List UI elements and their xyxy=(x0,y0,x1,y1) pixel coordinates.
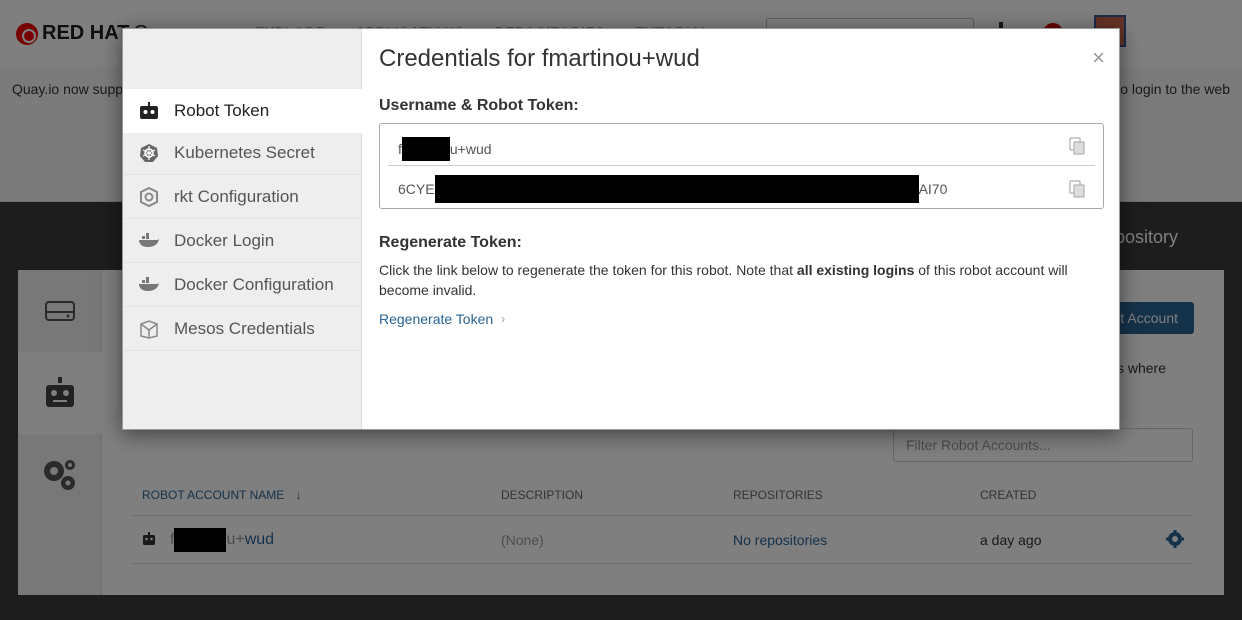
tab-mesos-credentials-label: Mesos Credentials xyxy=(174,318,315,338)
credentials-box: f u+wud 6CYE AI70 xyxy=(379,123,1104,209)
regenerate-text-part1: Click the link below to regenerate the t… xyxy=(379,262,797,278)
tab-docker-login-label: Docker Login xyxy=(174,230,275,250)
tab-rkt-configuration-label: rkt Configuration xyxy=(174,186,299,206)
tab-docker-login[interactable]: Docker Login xyxy=(123,219,362,263)
regenerate-token-link-label: Regenerate Token xyxy=(379,311,494,327)
token-prefix: 6CYE xyxy=(398,181,435,197)
tab-robot-token[interactable]: Robot Token xyxy=(123,89,362,133)
redaction-block xyxy=(434,175,919,203)
tab-docker-configuration-label: Docker Configuration xyxy=(174,274,334,294)
tab-kubernetes-secret[interactable]: Kubernetes Secret xyxy=(123,131,362,175)
credentials-modal: Robot Token Kubernetes Secret rkt Config… xyxy=(122,28,1120,430)
redaction-block xyxy=(401,137,450,161)
chevron-right-icon: › xyxy=(501,312,506,326)
username-value[interactable]: f u+wud xyxy=(398,137,492,161)
tab-rkt-configuration[interactable]: rkt Configuration xyxy=(123,175,362,219)
copy-token-icon[interactable] xyxy=(1069,180,1085,201)
close-icon[interactable]: × xyxy=(1092,45,1105,71)
tab-robot-token-label: Robot Token xyxy=(174,101,270,120)
docker-icon xyxy=(138,274,160,296)
docker-icon xyxy=(138,230,160,252)
rkt-icon xyxy=(138,186,160,208)
regenerate-text-bold: all existing logins xyxy=(796,262,915,278)
tab-kubernetes-secret-label: Kubernetes Secret xyxy=(174,142,315,162)
regenerate-token-link[interactable]: Regenerate Token › xyxy=(379,311,505,327)
regenerate-label: Regenerate Token: xyxy=(379,234,522,251)
robot-icon xyxy=(138,100,160,122)
token-value[interactable]: 6CYE AI70 xyxy=(398,175,947,203)
tab-mesos-credentials[interactable]: Mesos Credentials xyxy=(123,307,362,351)
username-row[interactable]: f u+wud xyxy=(388,124,1095,166)
token-suffix: AI70 xyxy=(918,181,948,197)
tab-docker-configuration[interactable]: Docker Configuration xyxy=(123,263,362,307)
copy-username-icon[interactable] xyxy=(1069,137,1085,158)
regenerate-description: Click the link below to regenerate the t… xyxy=(379,260,1079,300)
mesos-icon xyxy=(138,318,160,340)
token-row[interactable]: 6CYE AI70 xyxy=(388,167,1095,209)
kubernetes-icon xyxy=(138,142,160,164)
username-suffix: u+wud xyxy=(449,141,492,157)
credentials-tabs: Robot Token Kubernetes Secret rkt Config… xyxy=(123,29,362,429)
modal-title: Credentials for fmartinou+wud xyxy=(379,45,700,72)
credentials-label: Username & Robot Token: xyxy=(379,97,579,114)
